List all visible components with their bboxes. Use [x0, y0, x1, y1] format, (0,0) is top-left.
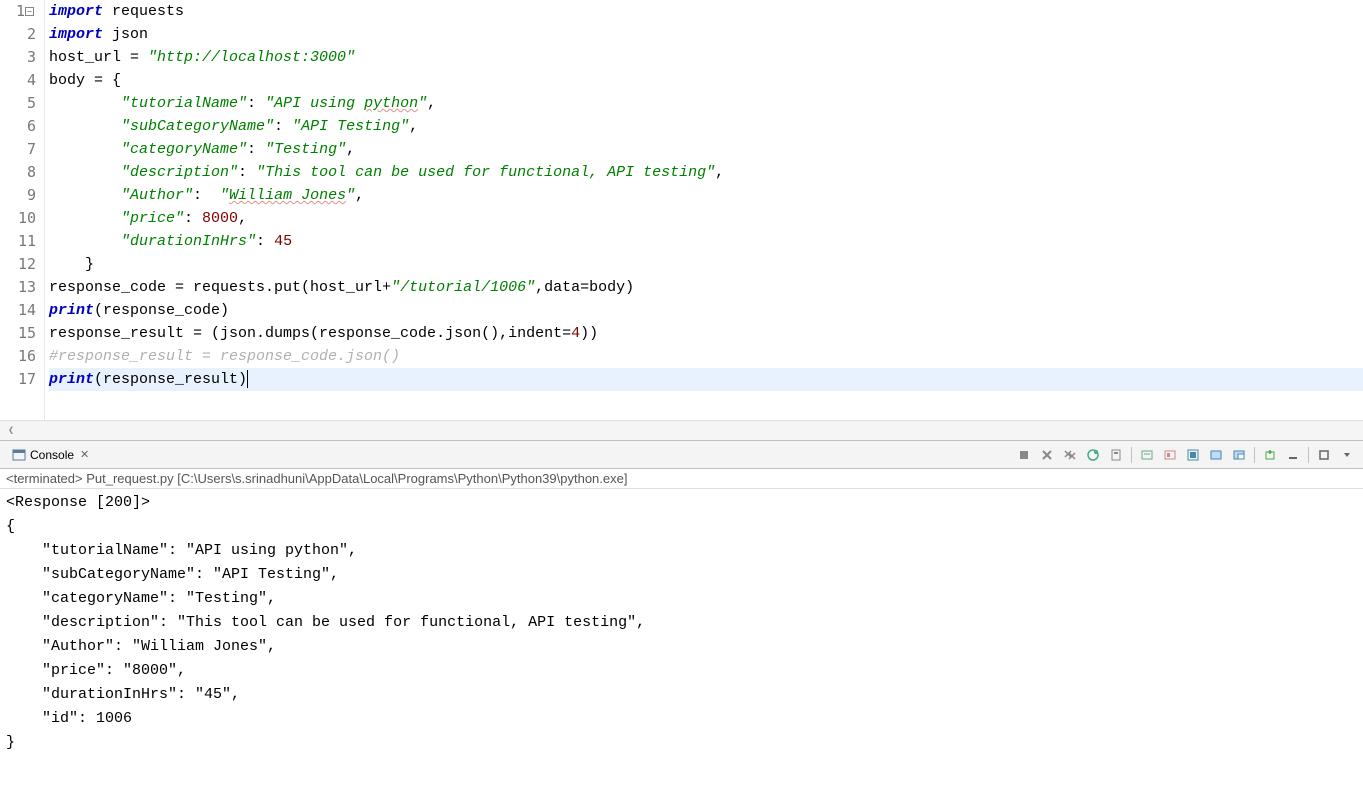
line-number: 3 [0, 46, 36, 69]
code-line[interactable]: #response_result = response_code.json() [49, 345, 1363, 368]
toolbar-separator [1131, 447, 1132, 463]
line-number: 10 [0, 207, 36, 230]
new-console-icon[interactable] [1260, 445, 1280, 465]
line-number: 12 [0, 253, 36, 276]
remove-all-icon[interactable] [1060, 445, 1080, 465]
line-number: 15 [0, 322, 36, 345]
code-line[interactable]: import json [49, 23, 1363, 46]
menu-icon[interactable] [1337, 445, 1357, 465]
text-cursor [247, 370, 248, 388]
scroll-left-icon[interactable]: ❮ [4, 425, 18, 437]
console-tab[interactable]: Console ✕ [6, 446, 95, 464]
code-line[interactable]: "price": 8000, [49, 207, 1363, 230]
console-output[interactable]: <Response [200]> { "tutorialName": "API … [0, 489, 1363, 807]
code-line[interactable]: "durationInHrs": 45 [49, 230, 1363, 253]
scroll-lock-icon[interactable] [1106, 445, 1126, 465]
show-console-icon[interactable] [1137, 445, 1157, 465]
line-number: 16 [0, 345, 36, 368]
toolbar-separator [1308, 447, 1309, 463]
remove-launch-icon[interactable] [1037, 445, 1057, 465]
code-line[interactable]: response_code = requests.put(host_url+"/… [49, 276, 1363, 299]
line-number: 6 [0, 115, 36, 138]
toolbar-separator [1254, 447, 1255, 463]
line-number: 14 [0, 299, 36, 322]
code-area[interactable]: import requestsimport jsonhost_url = "ht… [45, 0, 1363, 420]
line-number: 4 [0, 69, 36, 92]
line-number: 7 [0, 138, 36, 161]
code-editor-pane: 1−234567891011121314151617 import reques… [0, 0, 1363, 441]
line-number: 17 [0, 368, 36, 391]
code-line[interactable]: body = { [49, 69, 1363, 92]
terminate-icon[interactable] [1014, 445, 1034, 465]
line-number: 9 [0, 184, 36, 207]
pin-console-icon[interactable] [1160, 445, 1180, 465]
code-line[interactable]: response_result = (json.dumps(response_c… [49, 322, 1363, 345]
code-line[interactable]: print(response_result) [49, 368, 1363, 391]
code-line[interactable]: host_url = "http://localhost:3000" [49, 46, 1363, 69]
code-line[interactable]: print(response_code) [49, 299, 1363, 322]
console-toolbar [1014, 445, 1357, 465]
line-number: 13 [0, 276, 36, 299]
clear-console-icon[interactable] [1083, 445, 1103, 465]
line-number: 8 [0, 161, 36, 184]
open-console-icon[interactable] [1206, 445, 1226, 465]
code-line[interactable]: "categoryName": "Testing", [49, 138, 1363, 161]
code-line[interactable]: "Author": "William Jones", [49, 184, 1363, 207]
line-number: 2 [0, 23, 36, 46]
console-header: Console ✕ [0, 441, 1363, 469]
line-number-gutter: 1−234567891011121314151617 [0, 0, 45, 420]
maximize-icon[interactable] [1314, 445, 1334, 465]
console-tab-label: Console [30, 448, 74, 462]
code-line[interactable]: "description": "This tool can be used fo… [49, 161, 1363, 184]
line-number: 1− [0, 0, 36, 23]
line-number: 11 [0, 230, 36, 253]
minimize-icon[interactable] [1283, 445, 1303, 465]
display-selected-icon[interactable] [1183, 445, 1203, 465]
code-line[interactable]: import requests [49, 0, 1363, 23]
code-container[interactable]: 1−234567891011121314151617 import reques… [0, 0, 1363, 420]
console-icon [12, 448, 26, 462]
horizontal-scrollbar[interactable]: ❮ [0, 420, 1363, 440]
code-line[interactable]: } [49, 253, 1363, 276]
close-tab-icon[interactable]: ✕ [80, 448, 89, 461]
line-number: 5 [0, 92, 36, 115]
console-process-info: <terminated> Put_request.py [C:\Users\s.… [0, 469, 1363, 489]
code-line[interactable]: "tutorialName": "API using python", [49, 92, 1363, 115]
open-console-2-icon[interactable] [1229, 445, 1249, 465]
code-line[interactable]: "subCategoryName": "API Testing", [49, 115, 1363, 138]
